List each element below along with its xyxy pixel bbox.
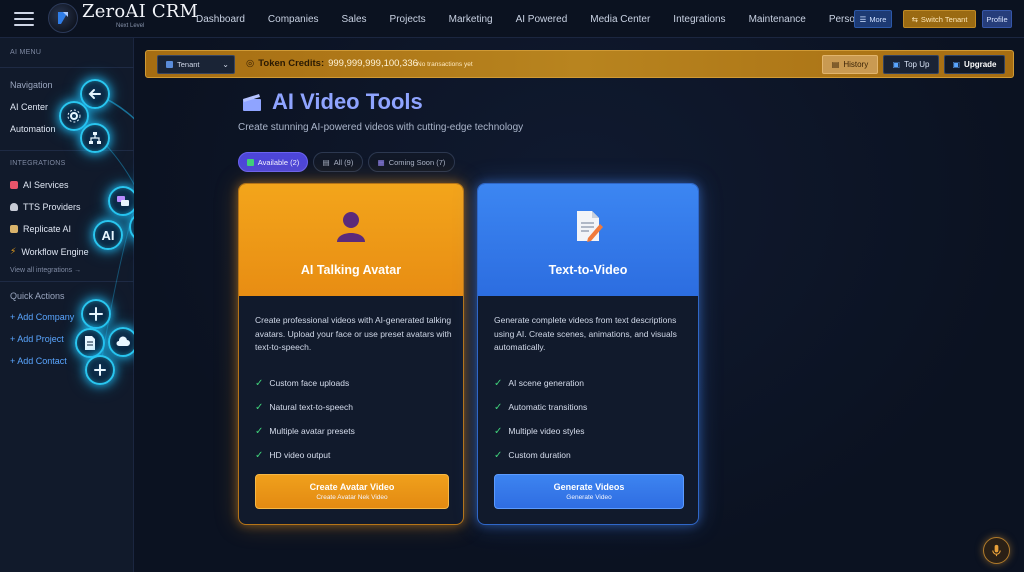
add-project-link[interactable]: + Add Project <box>10 334 64 344</box>
voice-assistant-button[interactable] <box>983 537 1010 564</box>
feature-item: ✓ Multiple video styles <box>494 425 585 437</box>
calendar-icon: ▦ <box>377 157 385 167</box>
list-icon: ▤ <box>322 157 330 167</box>
microphone-icon <box>10 203 18 211</box>
history-icon: ▤ <box>831 60 840 69</box>
chevron-down-icon: ⌄ <box>222 60 229 69</box>
tab-coming-soon[interactable]: ▦ Coming Soon (7) <box>368 152 455 172</box>
generate-videos-button[interactable]: Generate Videos Generate Video <box>494 474 684 509</box>
robot-icon <box>10 181 18 189</box>
integrations-label: INTEGRATIONS <box>10 160 66 167</box>
nav-maintenance[interactable]: Maintenance <box>749 14 806 25</box>
hamburger-menu-icon[interactable] <box>14 10 34 28</box>
feature-item: ✓ Custom face uploads <box>255 377 350 389</box>
lightning-icon: ⚡ <box>10 246 17 256</box>
text-to-video-card: Text-to-Video Generate complete videos f… <box>477 183 699 525</box>
org-chart-icon[interactable] <box>80 123 110 153</box>
more-button[interactable]: ☰ More <box>854 10 892 28</box>
check-icon: ✓ <box>255 449 264 461</box>
nav-companies[interactable]: Companies <box>268 14 319 25</box>
navigation-heading: Navigation <box>10 80 53 90</box>
sidebar-item-ai-center[interactable]: AI Center <box>10 102 48 112</box>
check-icon <box>246 158 254 166</box>
menu-lines-icon: ☰ <box>859 14 867 24</box>
sidebar-divider <box>0 67 134 68</box>
check-icon: ✓ <box>255 425 264 437</box>
nav-integrations[interactable]: Integrations <box>673 14 725 25</box>
person-avatar-icon <box>337 212 365 242</box>
switch-icon: ⇆ <box>911 14 918 24</box>
check-icon: ✓ <box>255 377 264 389</box>
check-icon: ✓ <box>255 401 264 413</box>
document-pencil-icon <box>577 211 603 242</box>
tenant-select[interactable]: Tenant ⌄ <box>157 55 235 74</box>
history-button[interactable]: ▤ History <box>822 55 878 74</box>
brand-name[interactable]: ZeroAI CRM <box>82 1 198 22</box>
top-up-button[interactable]: ▣ Top Up <box>883 55 939 74</box>
microphone-icon <box>992 544 1001 557</box>
check-icon: ✓ <box>494 425 503 437</box>
nav-marketing[interactable]: Marketing <box>449 14 493 25</box>
token-credits: ◎ Token Credits: 999,999,999,100,336 <box>246 58 418 69</box>
card-title: Text-to-Video <box>548 263 628 277</box>
add-plus-icon[interactable] <box>81 299 111 329</box>
ai-badge-icon[interactable]: AI <box>93 220 123 250</box>
page-title: AI Video Tools <box>272 89 423 114</box>
check-icon: ✓ <box>494 377 503 389</box>
card-header: AI Talking Avatar <box>239 184 463 296</box>
masks-icon <box>10 225 18 233</box>
create-avatar-video-button[interactable]: Create Avatar Video Create Avatar Nek Vi… <box>255 474 449 509</box>
nav-media-center[interactable]: Media Center <box>590 14 650 25</box>
feature-item: ✓ Multiple avatar presets <box>255 425 355 437</box>
clapperboard-icon <box>243 94 261 111</box>
nav-sales[interactable]: Sales <box>342 14 367 25</box>
main-nav: Dashboard Companies Sales Projects Marke… <box>196 0 891 38</box>
token-credits-value: 999,999,999,100,336 <box>328 58 418 69</box>
document-icon[interactable] <box>75 328 105 358</box>
feature-item: ✓ HD video output <box>255 449 331 461</box>
upgrade-button[interactable]: ▣ Upgrade <box>944 55 1005 74</box>
tenant-icon <box>166 61 173 68</box>
nav-ai-powered[interactable]: AI Powered <box>516 14 568 25</box>
ai-talking-avatar-card: AI Talking Avatar Create professional vi… <box>238 183 464 525</box>
transactions-note: No transactions yet <box>417 61 473 68</box>
brand-logo-icon[interactable] <box>48 3 78 33</box>
card-title: AI Talking Avatar <box>300 263 402 277</box>
add-contact-link[interactable]: + Add Contact <box>10 356 67 366</box>
tab-all[interactable]: ▤ All (9) <box>313 152 363 172</box>
feature-list: ✓ Custom face uploads ✓ Natural text-to-sp… <box>255 371 355 467</box>
switch-tenant-button[interactable]: ⇆ Switch Tenant <box>903 10 976 28</box>
feature-item: ✓ Custom duration <box>494 449 571 461</box>
upgrade-icon: ▣ <box>952 60 961 69</box>
feature-item: ✓ Natural text-to-speech <box>255 401 354 413</box>
feature-item: ✓ AI scene generation <box>494 377 584 389</box>
sidebar-item-automation[interactable]: Automation <box>10 124 56 134</box>
nav-dashboard[interactable]: Dashboard <box>196 14 245 25</box>
profile-button[interactable]: Profile <box>982 10 1012 28</box>
brand-tagline: Next Level <box>116 23 145 29</box>
feature-list: ✓ AI scene generation ✓ Automatic transiti… <box>494 371 587 467</box>
quick-actions-heading: Quick Actions <box>10 291 65 301</box>
coin-icon: ◎ <box>246 58 255 69</box>
tab-available[interactable]: Available (2) <box>238 152 308 172</box>
page-subtitle: Create stunning AI-powered videos with c… <box>238 122 524 133</box>
feature-item: ✓ Automatic transitions <box>494 401 588 413</box>
card-header: Text-to-Video <box>478 184 698 296</box>
nav-projects[interactable]: Projects <box>390 14 426 25</box>
card-description: Create professional videos with AI-gener… <box>255 315 452 352</box>
token-credits-bar: Tenant ⌄ ◎ Token Credits: 999,999,999,10… <box>145 50 1014 78</box>
card-description: Generate complete videos from text descr… <box>494 315 677 352</box>
wallet-icon: ▣ <box>892 60 901 69</box>
check-icon: ✓ <box>494 401 503 413</box>
check-icon: ✓ <box>494 449 503 461</box>
top-navigation-bar: ZeroAI CRM Next Level Dashboard Companie… <box>0 0 1024 38</box>
add-more-plus-icon[interactable] <box>85 355 115 385</box>
ai-menu-label: AI MENU <box>10 49 42 56</box>
